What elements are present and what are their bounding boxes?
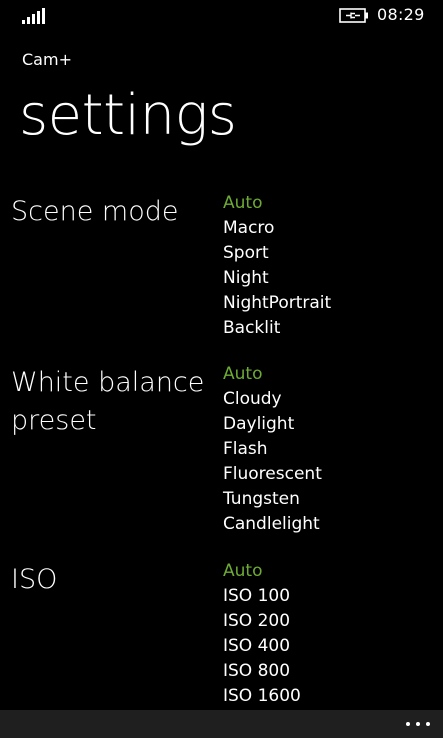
white-balance-label: White balance preset [11,364,204,440]
white-balance-option[interactable]: Fluorescent [223,462,322,487]
iso-option[interactable]: Auto [223,559,301,584]
iso-label: ISO [11,564,58,595]
scene-mode-option[interactable]: NightPortrait [223,291,331,316]
iso-option[interactable]: ISO 100 [223,584,301,609]
white-balance-label-line2: preset [11,405,97,436]
iso-option[interactable]: ISO 200 [223,609,301,634]
white-balance-option[interactable]: Daylight [223,412,322,437]
status-bar: 08:29 [0,0,443,32]
scene-mode-label: Scene mode [11,196,179,227]
more-ellipsis-icon[interactable] [403,714,433,734]
iso-option[interactable]: ISO 800 [223,659,301,684]
white-balance-option[interactable]: Candlelight [223,512,322,537]
iso-options: Auto ISO 100 ISO 200 ISO 400 ISO 800 ISO 1600 [223,559,301,709]
scene-mode-option[interactable]: Night [223,266,331,291]
iso-option[interactable]: ISO 400 [223,634,301,659]
white-balance-option[interactable]: Flash [223,437,322,462]
battery-charging-icon [339,8,368,23]
scene-mode-option[interactable]: Macro [223,216,331,241]
iso-option[interactable]: ISO 1600 [223,684,301,709]
scene-mode-option[interactable]: Auto [223,191,331,216]
scene-mode-option[interactable]: Sport [223,241,331,266]
white-balance-options: Auto Cloudy Daylight Flash Fluorescent Tungst… [223,362,322,537]
white-balance-option[interactable]: Cloudy [223,387,322,412]
white-balance-option[interactable]: Auto [223,362,322,387]
white-balance-option[interactable]: Tungsten [223,487,322,512]
status-clock: 08:29 [377,5,425,24]
scene-mode-option[interactable]: Backlit [223,316,331,341]
signal-strength-icon [22,8,50,24]
page-title: settings [19,83,237,148]
scene-mode-options: Auto Macro Sport Night NightPortrait Backlit [223,191,331,341]
white-balance-label-line1: White balance [11,367,205,398]
app-bar [0,710,443,738]
app-name: Cam+ [22,50,72,69]
